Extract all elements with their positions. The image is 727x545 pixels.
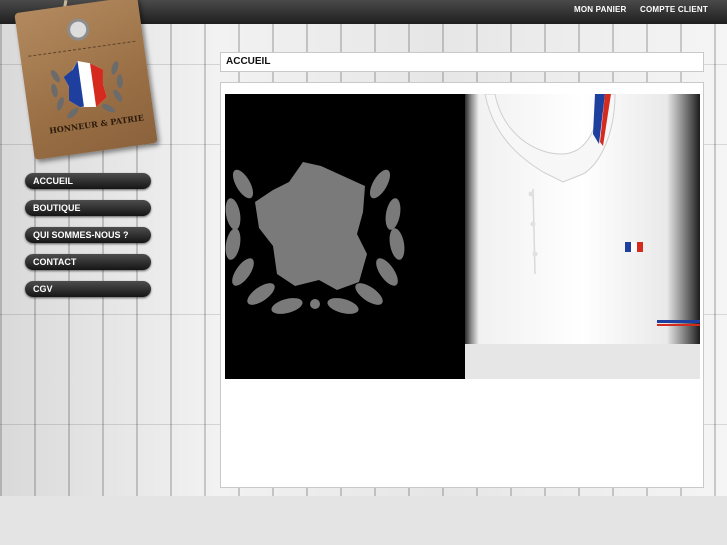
menu-qui-sommes-nous[interactable]: QUI SOMMES-NOUS ?	[25, 227, 151, 243]
account-link[interactable]: COMPTE CLIENT	[640, 5, 708, 14]
page-title: ACCUEIL	[226, 56, 271, 67]
page-title-bar: ACCUEIL	[220, 52, 704, 72]
polo-shirt-image	[465, 94, 700, 379]
polo-shirt-photo	[465, 94, 700, 379]
menu-contact[interactable]: CONTACT	[25, 254, 151, 270]
hero-graphic-panel	[225, 94, 465, 379]
menu-accueil[interactable]: ACCUEIL	[25, 173, 151, 189]
cart-link[interactable]: MON PANIER	[574, 5, 627, 14]
tag-hole	[65, 17, 91, 43]
laurel-france-map-icon	[225, 162, 405, 314]
france-flag-laurel-icon	[50, 61, 123, 119]
hero-banner[interactable]	[225, 94, 700, 379]
site-logo[interactable]: HONNEUR & PATRIE	[14, 0, 158, 160]
footer-area	[0, 496, 727, 545]
menu-cgv[interactable]: CGV	[25, 281, 151, 297]
menu-boutique[interactable]: BOUTIQUE	[25, 200, 151, 216]
